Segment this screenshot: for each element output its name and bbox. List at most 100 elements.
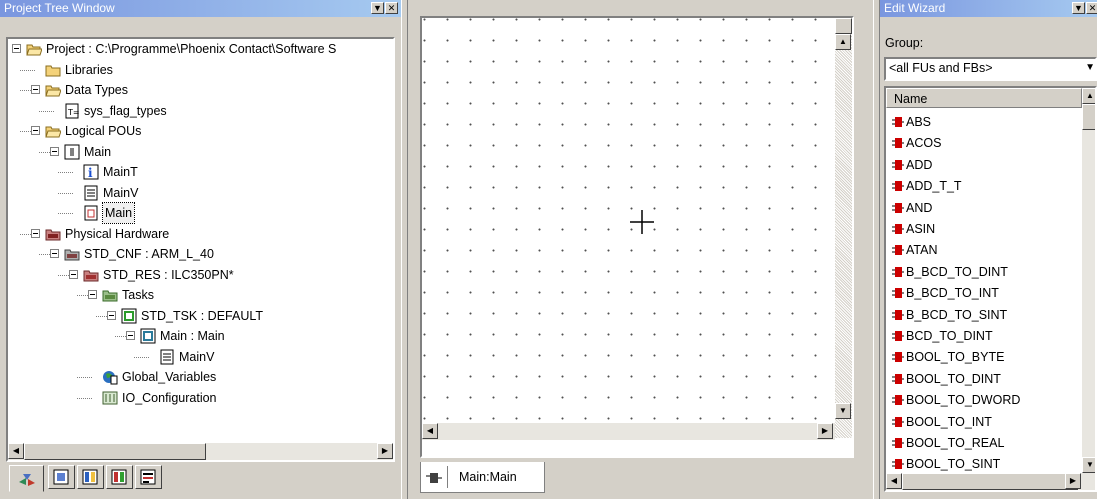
editor-horizontal-scrollbar[interactable]: ◀ ▶ [422, 423, 835, 440]
function-block-icon [892, 266, 904, 277]
function-block-icon [892, 309, 904, 320]
editor-vertical-scrollbar[interactable]: ▲ ▼ [835, 18, 852, 438]
task-icon [121, 308, 137, 323]
tab-5[interactable] [135, 465, 162, 489]
scroll-thumb[interactable] [1082, 104, 1095, 130]
tree-node[interactable]: Data Types [8, 80, 391, 100]
function-block-icon [892, 202, 904, 213]
datatype-file-icon: T= [65, 103, 80, 118]
tree-node[interactable]: i MainT [8, 162, 391, 182]
project-tree-tab[interactable] [9, 465, 44, 492]
scroll-thumb[interactable] [902, 473, 1078, 490]
scroll-track[interactable] [422, 423, 835, 440]
scroll-right-button[interactable]: ▶ [1065, 473, 1081, 489]
tree-node[interactable]: Main [8, 202, 391, 224]
open-folder-icon [45, 126, 61, 138]
group-select[interactable]: <all FUs and FBs> ▼ [884, 57, 1097, 81]
tree-node[interactable]: MainV [8, 183, 391, 203]
close-button[interactable]: ✕ [385, 2, 398, 14]
tree-node[interactable]: STD_TSK : DEFAULT [8, 306, 391, 326]
tree-collapse-toggle[interactable] [50, 146, 59, 156]
scroll-down-button[interactable]: ▼ [1082, 457, 1095, 473]
function-block-icon [892, 416, 904, 427]
column-header-name[interactable]: Name [886, 88, 1082, 108]
tree-collapse-toggle[interactable] [31, 85, 40, 94]
tree-node[interactable]: Main [8, 142, 391, 162]
scroll-down-button[interactable]: ▼ [835, 403, 851, 419]
tree-node[interactable]: T= sys_flag_types [8, 101, 391, 121]
tab-3[interactable] [77, 465, 104, 489]
tab-separator [447, 466, 448, 488]
tree-node[interactable]: MainV [8, 347, 391, 367]
tree-node[interactable]: STD_CNF : ARM_L_40 [8, 244, 391, 264]
tree-node[interactable]: Physical Hardware [8, 224, 391, 244]
open-folder-icon [26, 44, 42, 56]
scroll-right-button[interactable]: ▶ [377, 443, 393, 459]
group-select-value: <all FUs and FBs> [889, 61, 993, 75]
fb-list-item-label: AND [906, 200, 933, 215]
tree-node[interactable]: Global_Variables [8, 367, 391, 387]
fb-list[interactable]: Name ABS ACOS ADD ADD_T_T AND ASIN ATAN B_BCD_T… [884, 86, 1097, 492]
tree-collapse-toggle[interactable] [88, 290, 97, 299]
dropdown-button[interactable]: ▼ [1072, 2, 1085, 14]
project-tree-title: Project Tree Window [4, 1, 115, 15]
fb-list-item-label: ATAN [906, 243, 938, 258]
fb-horizontal-scrollbar[interactable]: ◀ ▶ [886, 473, 1095, 490]
crosshair-cursor-icon [630, 210, 654, 234]
function-block-icon [892, 395, 904, 406]
project-tree-view[interactable]: Project : C:\Programme\Phoenix Contact\S… [6, 37, 395, 462]
tree-collapse-toggle[interactable] [50, 249, 59, 258]
tree-connector [39, 110, 54, 112]
tree-node[interactable]: Logical POUs [8, 121, 391, 141]
folder-icon [45, 65, 61, 76]
scroll-track[interactable] [1082, 88, 1095, 473]
tree-node[interactable]: Main : Main [8, 326, 391, 346]
editor-tab-label: Main:Main [459, 470, 517, 484]
edit-wizard-title: Edit Wizard [884, 1, 946, 15]
scroll-left-button[interactable]: ◀ [886, 473, 902, 489]
tree-node[interactable]: STD_RES : ILC350PN* [8, 265, 391, 285]
variables-icon [84, 185, 98, 200]
tree-node[interactable]: Tasks [8, 285, 391, 305]
tab-2-icon [53, 469, 69, 485]
column-header-label: Name [894, 92, 928, 106]
dropdown-button[interactable]: ▼ [371, 2, 384, 14]
tree-collapse-toggle[interactable] [31, 228, 40, 238]
io-configuration-icon [102, 391, 118, 404]
function-block-icon [892, 117, 904, 127]
tree-collapse-toggle[interactable] [126, 331, 135, 340]
tree-node[interactable]: Project : C:\Programme\Phoenix Contact\S… [8, 39, 391, 59]
tree-collapse-toggle[interactable] [31, 126, 40, 135]
scroll-thumb[interactable] [24, 443, 206, 460]
scroll-thumb[interactable] [835, 18, 852, 34]
tree-node-label: MainT [103, 165, 138, 179]
scroll-up-button[interactable]: ▲ [835, 34, 851, 50]
fb-list-item-label: BOOL_TO_REAL [906, 436, 1005, 450]
tree-node-label: STD_TSK : DEFAULT [141, 308, 264, 323]
function-block-icon [892, 181, 904, 192]
tree-node-label: STD_CNF : ARM_L_40 [84, 247, 214, 261]
tree-node[interactable]: Libraries [8, 60, 391, 80]
scroll-right-button[interactable]: ▶ [817, 423, 833, 439]
scroll-left-button[interactable]: ◀ [8, 443, 24, 459]
scroll-track[interactable] [835, 18, 852, 438]
scroll-left-button[interactable]: ◀ [422, 423, 438, 439]
function-block-icon [892, 438, 904, 448]
scroll-up-button[interactable]: ▲ [1082, 88, 1095, 104]
tab-2[interactable] [48, 465, 75, 489]
tree-node[interactable]: IO_Configuration [8, 388, 391, 408]
right-splitter[interactable] [873, 0, 880, 499]
tree-collapse-toggle[interactable] [107, 310, 116, 320]
tree-collapse-toggle[interactable] [12, 44, 21, 53]
close-button[interactable]: ✕ [1086, 2, 1097, 14]
tree-horizontal-scrollbar[interactable]: ◀ ▶ [8, 443, 393, 460]
chevron-down-icon[interactable]: ▼ [1085, 59, 1095, 77]
fb-vertical-scrollbar[interactable]: ▲ ▼ [1082, 88, 1095, 473]
left-splitter[interactable] [401, 0, 408, 499]
tree-collapse-toggle[interactable] [69, 269, 78, 279]
code-worksheet-icon [84, 205, 98, 221]
fb-list-items: ABS ACOS ADD ADD_T_T AND ASIN ATAN B_BCD_TO_DIN… [886, 108, 1082, 471]
tab-3-icon [82, 469, 98, 485]
tab-4[interactable] [106, 465, 133, 489]
editor-tab[interactable]: Main:Main [420, 462, 545, 493]
